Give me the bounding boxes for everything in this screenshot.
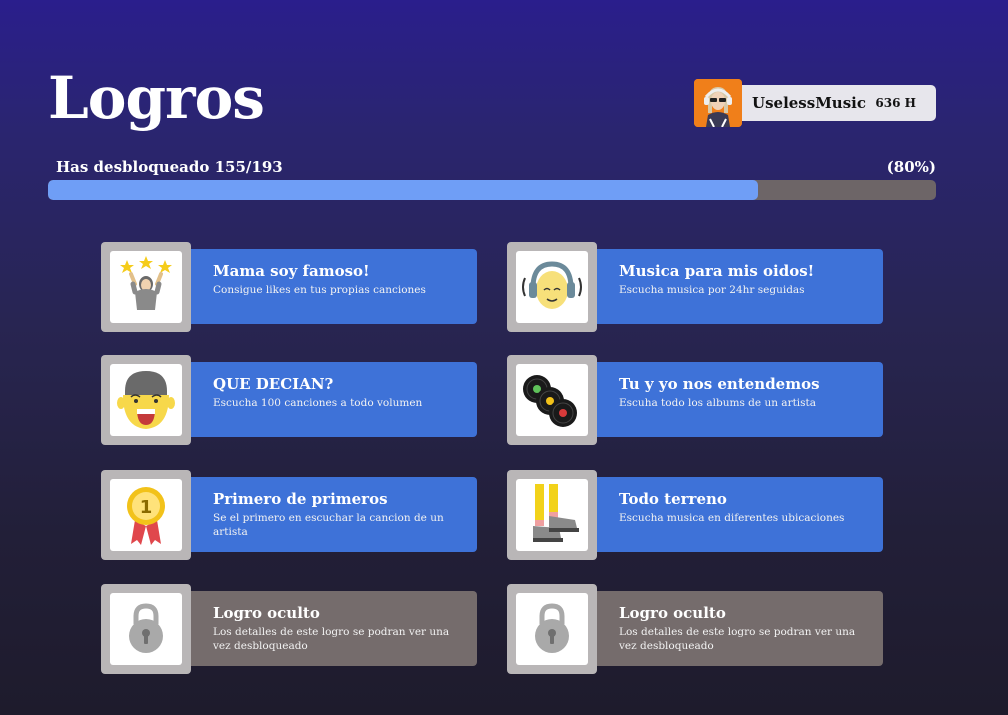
achievement-description: Escucha 100 canciones a todo volumen bbox=[213, 397, 423, 409]
vinyl-records-icon bbox=[523, 375, 577, 427]
achievement-card[interactable]: Musica para mis oidos! Escucha musica po… bbox=[507, 242, 883, 332]
padlock-icon bbox=[535, 603, 569, 653]
avatar[interactable] bbox=[694, 79, 742, 127]
progress-label: Has desbloqueado 155/193 bbox=[56, 158, 283, 176]
progress-percent: (80%) bbox=[886, 158, 936, 176]
achievement-card-locked[interactable]: Logro oculto Los detalles de este logro … bbox=[101, 584, 477, 674]
walking-legs-icon bbox=[533, 484, 579, 542]
achievement-title: Logro oculto bbox=[213, 604, 320, 622]
username: UselessMusic bbox=[752, 94, 866, 112]
achievement-card[interactable]: Todo terreno Escucha musica en diferente… bbox=[507, 470, 883, 560]
achievement-card[interactable]: 1 Primero de primeros Se el primero en e… bbox=[101, 470, 477, 560]
achievement-description: Escuha todo los albums de un artista bbox=[619, 397, 817, 409]
achievement-card[interactable]: Tu y yo nos entendemos Escuha todo los a… bbox=[507, 355, 883, 445]
achievement-description: Los detalles de este logro se podran ver… bbox=[213, 626, 450, 652]
headphones-face-icon bbox=[522, 261, 582, 309]
achievement-title: Primero de primeros bbox=[213, 490, 388, 508]
achievement-title: Logro oculto bbox=[619, 604, 726, 622]
achievement-description: Consigue likes en tus propias canciones bbox=[213, 284, 426, 296]
achievement-description: Escucha musica por 24hr seguidas bbox=[619, 284, 805, 296]
achievement-title: Tu y yo nos entendemos bbox=[619, 375, 820, 393]
achievement-card[interactable]: QUE DECIAN? Escucha 100 canciones a todo… bbox=[101, 355, 477, 445]
achievement-title: Todo terreno bbox=[619, 490, 727, 508]
famous-person-stars-icon bbox=[120, 256, 172, 310]
achievement-title: QUE DECIAN? bbox=[213, 375, 334, 393]
progress-bar bbox=[48, 180, 936, 200]
listening-hours: 636 H bbox=[875, 96, 916, 110]
achievement-description: Se el primero en escuchar la cancion de … bbox=[213, 512, 444, 538]
achievement-card-locked[interactable]: Logro oculto Los detalles de este logro … bbox=[507, 584, 883, 674]
page-title: Logros bbox=[48, 64, 265, 132]
shouting-face-icon bbox=[117, 371, 175, 429]
first-place-medal-icon: 1 bbox=[127, 487, 165, 545]
user-profile-badge[interactable]: UselessMusic 636 H bbox=[694, 79, 936, 127]
user-avatar-icon bbox=[694, 79, 742, 127]
achievement-title: Mama soy famoso! bbox=[213, 262, 370, 280]
achievement-title: Musica para mis oidos! bbox=[619, 262, 815, 280]
padlock-icon bbox=[129, 603, 163, 653]
svg-text:1: 1 bbox=[140, 497, 153, 518]
achievement-description: Los detalles de este logro se podran ver… bbox=[619, 626, 856, 652]
achievement-card[interactable]: Mama soy famoso! Consigue likes en tus p… bbox=[101, 242, 477, 332]
progress-bar-fill bbox=[48, 180, 759, 200]
achievement-description: Escucha musica en diferentes ubicaciones bbox=[619, 512, 845, 524]
